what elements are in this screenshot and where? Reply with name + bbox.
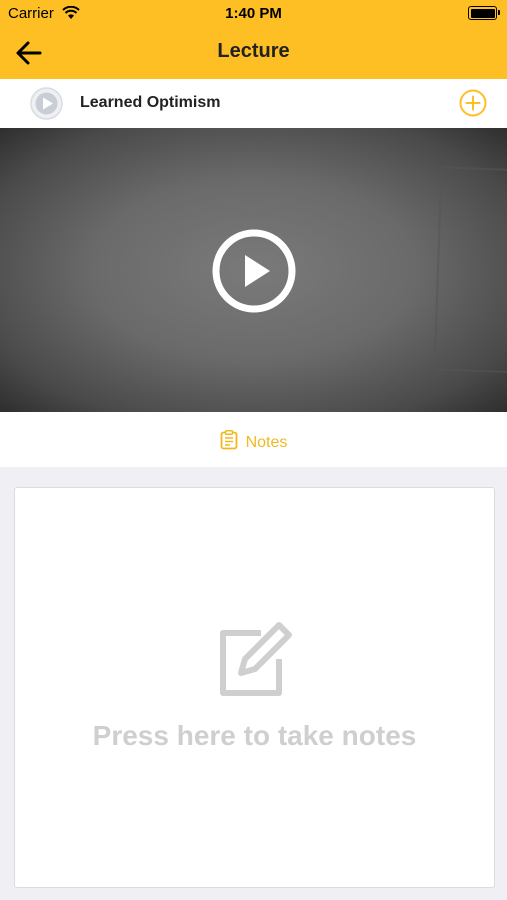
status-time: 1:40 PM bbox=[225, 5, 282, 22]
app-header: Carrier 1:40 PM Lecture bbox=[0, 0, 507, 79]
tab-notes[interactable]: Notes bbox=[0, 412, 507, 467]
lecture-row: Learned Optimism bbox=[0, 79, 507, 129]
lecture-play-button[interactable] bbox=[30, 87, 63, 120]
lecture-title: Learned Optimism bbox=[80, 94, 221, 111]
tab-notes-content: Notes bbox=[0, 430, 507, 455]
plus-circle-icon bbox=[459, 89, 487, 117]
page-title: Lecture bbox=[217, 40, 290, 62]
play-circle-icon bbox=[30, 87, 63, 120]
video-player[interactable] bbox=[0, 128, 507, 412]
notes-icon bbox=[220, 430, 238, 455]
play-circle-icon bbox=[212, 229, 296, 313]
edit-note-icon bbox=[217, 621, 293, 702]
notes-placeholder: Press here to take notes bbox=[92, 720, 417, 751]
notes-input-area[interactable]: Press here to take notes bbox=[14, 487, 495, 888]
add-lecture-button[interactable] bbox=[459, 89, 487, 117]
navigation-bar: Lecture bbox=[0, 28, 507, 79]
video-play-button[interactable] bbox=[212, 229, 296, 313]
battery-icon bbox=[468, 6, 500, 20]
status-bar: Carrier 1:40 PM bbox=[0, 0, 507, 28]
video-thumbnail-book bbox=[433, 166, 507, 374]
tab-notes-label: Notes bbox=[245, 434, 288, 451]
